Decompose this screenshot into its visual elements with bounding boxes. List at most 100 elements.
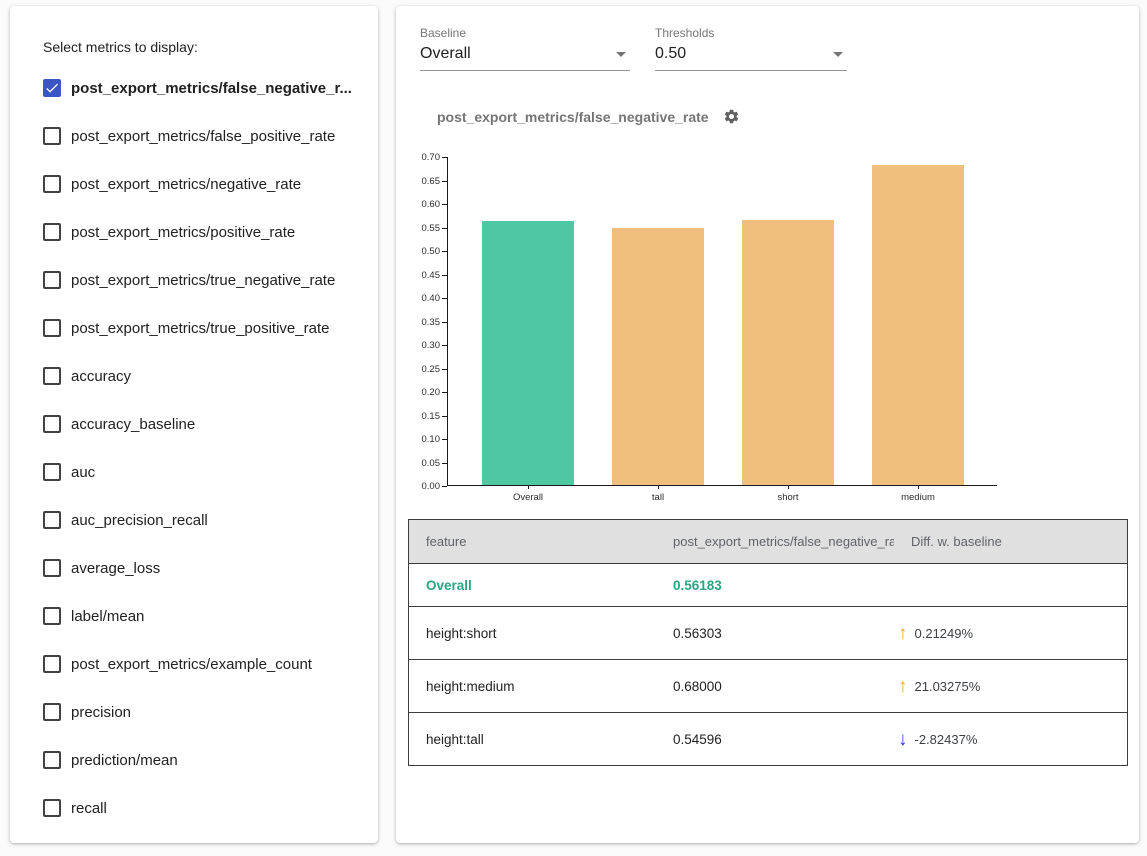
chevron-down-icon [833, 52, 843, 57]
metric-list: post_export_metrics/false_negative_r...p… [10, 64, 378, 832]
y-axis-tick-label: 0.30 [410, 340, 440, 351]
table-row[interactable]: height:tall0.54596↓-2.82437% [409, 712, 1127, 765]
y-axis-tick-label: 0.55 [410, 223, 440, 234]
checkbox-unchecked-icon[interactable] [43, 415, 61, 433]
arrow-up-icon: ↑ [898, 624, 908, 643]
y-axis-tick-label: 0.20 [410, 387, 440, 398]
metric-checkbox-item[interactable]: post_export_metrics/true_negative_rate [10, 256, 378, 304]
table-header-cell: Diff. w. baseline [894, 534, 1127, 549]
checkbox-unchecked-icon[interactable] [43, 223, 61, 241]
metric-checkbox-label: average_loss [71, 560, 160, 577]
table-header-cell: feature [409, 534, 656, 549]
diff-cell: ↑ 0.21249% [894, 624, 1127, 643]
checkbox-unchecked-icon[interactable] [43, 799, 61, 817]
checkbox-unchecked-icon[interactable] [43, 463, 61, 481]
baseline-select-label: Baseline [420, 26, 630, 40]
metric-checkbox-label: precision [71, 704, 131, 721]
metric-checkbox-item[interactable]: auc [10, 448, 378, 496]
thresholds-select[interactable]: Thresholds 0.50 [655, 26, 847, 71]
checkbox-unchecked-icon[interactable] [43, 127, 61, 145]
metric-value-cell: 0.68000 [656, 679, 894, 694]
metrics-table: featurepost_export_metrics/false_negativ… [408, 519, 1128, 766]
metric-checkbox-label: post_export_metrics/true_negative_rate [71, 272, 335, 289]
checkbox-unchecked-icon[interactable] [43, 655, 61, 673]
checkbox-unchecked-icon[interactable] [43, 175, 61, 193]
metric-checkbox-item[interactable]: accuracy_baseline [10, 400, 378, 448]
metric-checkbox-label: post_export_metrics/example_count [71, 656, 312, 673]
chart-title-row: post_export_metrics/false_negative_rate [437, 108, 740, 125]
table-header-cell: post_export_metrics/false_negative_rat..… [656, 534, 894, 549]
x-axis-tick-label: short [777, 492, 798, 503]
metric-selector-panel: Select metrics to display: post_export_m… [10, 6, 378, 843]
y-axis-tick-mark [442, 486, 447, 487]
feature-cell: Overall [409, 578, 656, 593]
metric-value-cell: 0.56183 [656, 578, 894, 593]
checkbox-checked-icon[interactable] [43, 79, 61, 97]
bar-short[interactable] [742, 220, 834, 485]
arrow-down-icon: ↓ [898, 730, 908, 749]
checkbox-unchecked-icon[interactable] [43, 559, 61, 577]
metric-value-cell: 0.56303 [656, 626, 894, 641]
y-axis-tick-mark [442, 204, 447, 205]
checkbox-unchecked-icon[interactable] [43, 319, 61, 337]
metric-checkbox-label: label/mean [71, 608, 144, 625]
y-axis-tick-mark [442, 322, 447, 323]
metric-checkbox-label: post_export_metrics/false_positive_rate [71, 128, 335, 145]
baseline-select-value[interactable]: Overall [420, 40, 630, 71]
metric-checkbox-item[interactable]: recall [10, 784, 378, 832]
checkbox-unchecked-icon[interactable] [43, 703, 61, 721]
gear-icon[interactable] [723, 108, 740, 125]
y-axis-tick-label: 0.40 [410, 293, 440, 304]
y-axis-tick-label: 0.05 [410, 458, 440, 469]
y-axis-tick-label: 0.35 [410, 317, 440, 328]
metric-detail-panel: Baseline Overall Thresholds 0.50 post_ex… [396, 6, 1139, 843]
metric-checkbox-item[interactable]: post_export_metrics/false_negative_r... [10, 64, 378, 112]
metric-checkbox-label: accuracy_baseline [71, 416, 195, 433]
metric-checkbox-item[interactable]: prediction/mean [10, 736, 378, 784]
y-axis-tick-label: 0.65 [410, 176, 440, 187]
metric-checkbox-item[interactable]: post_export_metrics/true_positive_rate [10, 304, 378, 352]
metric-checkbox-item[interactable]: accuracy [10, 352, 378, 400]
metric-checkbox-item[interactable]: post_export_metrics/positive_rate [10, 208, 378, 256]
diff-cell: ↑21.03275% [894, 677, 1127, 696]
feature-cell: height:short [409, 626, 656, 641]
table-row[interactable]: height:medium0.68000↑21.03275% [409, 659, 1127, 712]
diff-value: 0.21249% [915, 626, 974, 641]
checkbox-unchecked-icon[interactable] [43, 511, 61, 529]
metric-checkbox-item[interactable]: precision [10, 688, 378, 736]
y-axis-tick-mark [442, 463, 447, 464]
metric-checkbox-item[interactable]: post_export_metrics/negative_rate [10, 160, 378, 208]
chart-title: post_export_metrics/false_negative_rate [437, 109, 709, 125]
checkbox-unchecked-icon[interactable] [43, 607, 61, 625]
bar-Overall[interactable] [482, 221, 574, 485]
table-row[interactable]: Overall0.56183 [409, 563, 1127, 606]
metric-checkbox-item[interactable]: average_loss [10, 544, 378, 592]
table-row[interactable]: height:short0.56303 ↑ 0.21249% [409, 606, 1127, 659]
diff-cell: ↓-2.82437% [894, 730, 1127, 749]
diff-value: 21.03275% [915, 679, 981, 694]
metric-checkbox-label: accuracy [71, 368, 131, 385]
y-axis-tick-mark [442, 369, 447, 370]
bar-tall[interactable] [612, 228, 704, 485]
checkbox-unchecked-icon[interactable] [43, 751, 61, 769]
baseline-select[interactable]: Baseline Overall [420, 26, 630, 71]
metric-checkbox-item[interactable]: post_export_metrics/example_count [10, 640, 378, 688]
metric-checkbox-item[interactable]: label/mean [10, 592, 378, 640]
x-axis-tick-mark [788, 485, 789, 489]
y-axis-tick-mark [442, 251, 447, 252]
y-axis-tick-label: 0.50 [410, 246, 440, 257]
metric-checkbox-item[interactable]: auc_precision_recall [10, 496, 378, 544]
thresholds-select-value[interactable]: 0.50 [655, 40, 847, 71]
bar-medium[interactable] [872, 165, 964, 485]
x-axis-tick-label: Overall [513, 492, 543, 503]
x-axis-tick-label: tall [652, 492, 664, 503]
checkbox-unchecked-icon[interactable] [43, 271, 61, 289]
metric-checkbox-label: recall [71, 800, 107, 817]
y-axis-tick-mark [442, 228, 447, 229]
y-axis-tick-mark [442, 298, 447, 299]
metric-checkbox-item[interactable]: post_export_metrics/false_positive_rate [10, 112, 378, 160]
y-axis-tick-label: 0.00 [410, 481, 440, 492]
y-axis-tick-label: 0.45 [410, 270, 440, 281]
y-axis-tick-mark [442, 392, 447, 393]
checkbox-unchecked-icon[interactable] [43, 367, 61, 385]
